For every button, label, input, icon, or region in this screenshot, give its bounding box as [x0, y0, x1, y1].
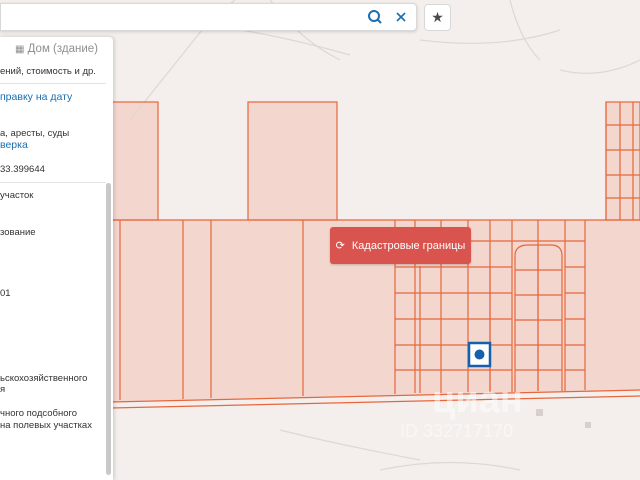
land-category-line1: ьскохозяйственного	[0, 373, 88, 384]
favorite-button[interactable]: ★	[424, 4, 451, 31]
permitted-use-line2: на полевых участках	[0, 420, 92, 431]
map-marker-small	[585, 422, 591, 428]
object-info-panel: ▦ Дом (здание) ений, стоимость и др. пра…	[0, 37, 113, 480]
building-icon: ▦	[14, 44, 25, 55]
object-type-value: участок	[0, 190, 34, 201]
panel-info-line: ений, стоимость и др.	[0, 66, 96, 77]
usage-value: зование	[0, 227, 36, 238]
panel-title: ▦ Дом (здание)	[0, 43, 113, 55]
panel-scrollbar[interactable]	[106, 183, 111, 475]
plot-block-top	[248, 102, 337, 220]
search-input[interactable]	[7, 8, 351, 28]
permitted-use-line1: чного подсобного	[0, 408, 78, 419]
divider	[0, 83, 106, 84]
plot-block-left	[110, 102, 158, 220]
coordinates-value: 33.399644	[0, 164, 45, 175]
refresh-icon: ⟳	[335, 240, 345, 252]
plot-block-right	[606, 102, 640, 220]
watermark-id: ID 332717170	[400, 421, 513, 441]
cadastral-boundaries-label: Кадастровые границы	[351, 239, 466, 252]
code-value: 01	[0, 288, 11, 299]
divider	[0, 182, 106, 183]
land-category-line2: я	[0, 384, 6, 395]
cadastral-boundaries-button[interactable]: ⟳ Кадастровые границы	[330, 227, 471, 264]
close-icon[interactable]	[393, 9, 409, 25]
search-bar	[0, 3, 417, 31]
check-link[interactable]: верка	[0, 140, 28, 151]
search-icon[interactable]	[367, 9, 383, 25]
watermark-brand: циан	[432, 379, 523, 421]
statement-date-link[interactable]: правку на дату	[0, 92, 72, 103]
panel-title-text: Дом (здание)	[27, 43, 99, 55]
star-icon: ★	[431, 9, 444, 25]
map-marker-small	[536, 409, 543, 416]
selected-object-marker[interactable]	[467, 341, 492, 368]
restrictions-text: а, аресты, суды	[0, 128, 70, 139]
